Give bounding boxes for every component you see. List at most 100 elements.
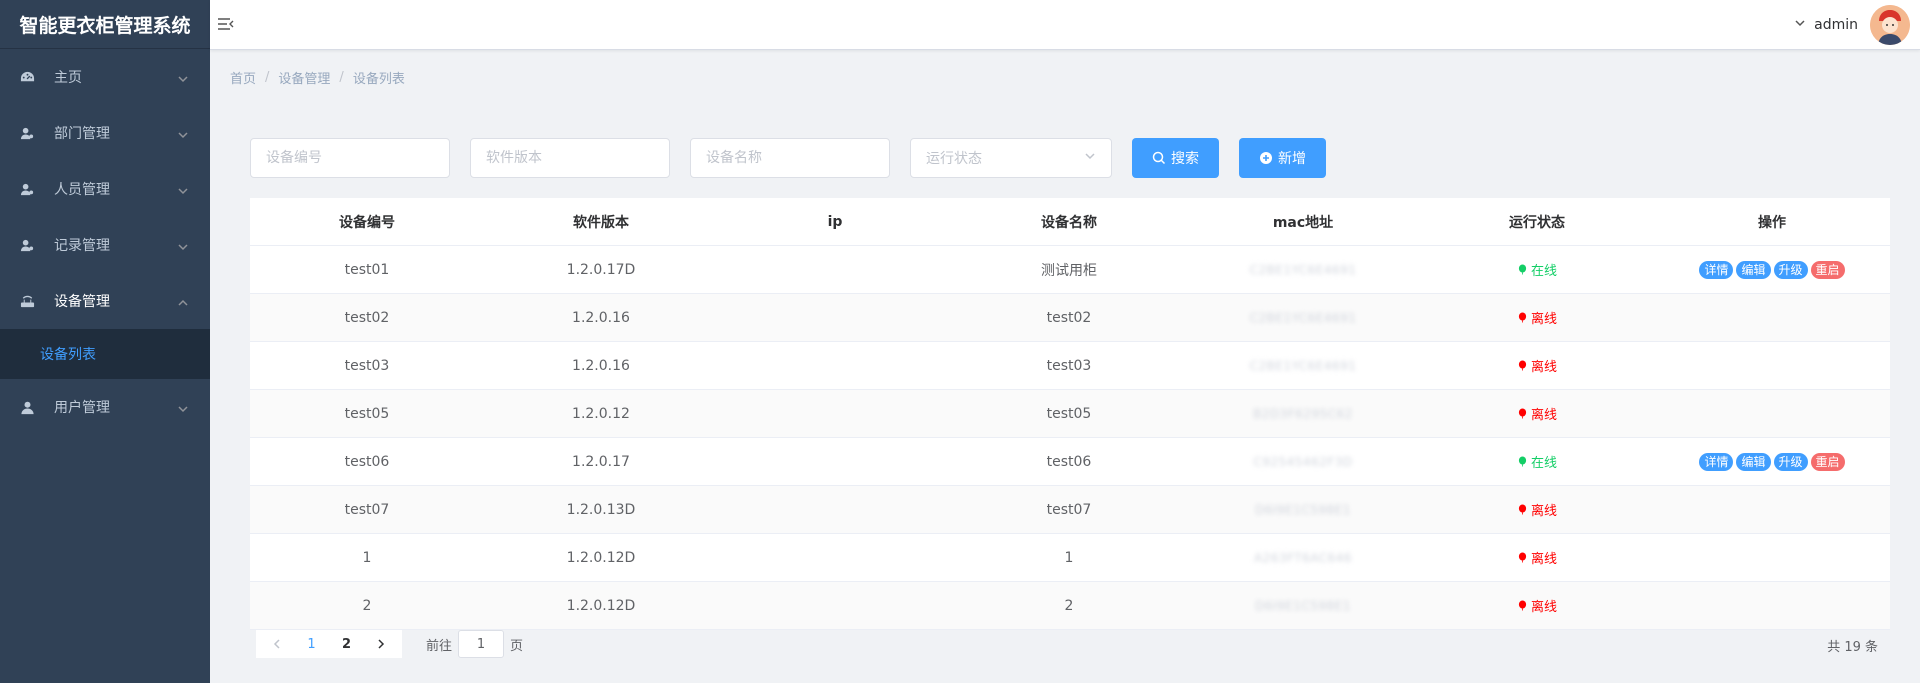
add-button[interactable]: 新增 <box>1239 138 1326 178</box>
chevron-up-icon <box>178 296 188 306</box>
column-header[interactable]: mac地址 <box>1186 212 1420 232</box>
device-no-cell: test06 <box>344 453 390 470</box>
prev-page-button[interactable] <box>260 630 294 658</box>
restart-button[interactable]: 重启 <box>1810 260 1845 279</box>
navbar: admin <box>210 0 1920 50</box>
device-name-cell: test07 <box>1046 501 1092 518</box>
main-content: 运行状态 搜索 新增 设备编号 软件版本 ip 设备名称 mac地址 运行状态 … <box>230 108 1910 683</box>
chevron-down-icon <box>1084 150 1096 166</box>
status-cell: 离线 <box>1420 500 1654 519</box>
balloon-icon <box>1517 360 1528 371</box>
device-name-cell: 测试用柜 <box>1041 262 1097 279</box>
edit-button[interactable]: 编辑 <box>1736 452 1771 471</box>
user-dropdown[interactable]: admin <box>1794 2 1910 48</box>
status-cell: 离线 <box>1420 356 1654 375</box>
sidebar-item-personnel[interactable]: 人员管理 <box>0 161 210 217</box>
sidebar-item-label: 用户管理 <box>54 400 110 416</box>
device-no-cell: test02 <box>344 309 390 326</box>
table-row: test05 1.2.0.12 test05 B2D3F6295C62 离线 <box>250 390 1890 438</box>
balloon-icon <box>1517 456 1528 467</box>
column-header[interactable]: 运行状态 <box>1420 212 1654 232</box>
column-header[interactable]: ip <box>718 214 952 230</box>
user-icon <box>18 124 36 142</box>
mac-value: D6I9E1C598E1 <box>1255 598 1351 613</box>
search-button[interactable]: 搜索 <box>1132 138 1219 178</box>
app-title: 智能更衣柜管理系统 <box>0 0 210 49</box>
search-button-label: 搜索 <box>1171 150 1199 166</box>
breadcrumb-item-device-list: 设备列表 <box>352 72 405 87</box>
mac-value: A263FT6AC646 <box>1253 550 1353 565</box>
status-cell: 离线 <box>1420 548 1654 567</box>
table-row: test07 1.2.0.13D test07 D6I9E1C598E1 离线 <box>250 486 1890 534</box>
column-header[interactable]: 操作 <box>1654 212 1890 232</box>
sidebar-item-label: 部门管理 <box>54 126 110 142</box>
status-badge: 在线 <box>1517 452 1557 471</box>
device-no-input[interactable] <box>250 138 450 178</box>
status-text: 在线 <box>1530 456 1557 471</box>
status-select[interactable]: 运行状态 <box>910 138 1112 178</box>
filter-bar: 运行状态 搜索 新增 <box>250 138 1346 178</box>
table-row: test03 1.2.0.16 test03 C2BE1YC6E4691 离线 <box>250 342 1890 390</box>
device-table: 设备编号 软件版本 ip 设备名称 mac地址 运行状态 操作 test01 1.… <box>250 198 1890 630</box>
sidebar-item-department[interactable]: 部门管理 <box>0 105 210 161</box>
upgrade-button[interactable]: 升级 <box>1773 452 1808 471</box>
device-name-cell: test05 <box>1046 405 1092 422</box>
table-body: test01 1.2.0.17D 测试用柜 C2BE1YC6E4691 在线 详情 编辑 升级… <box>250 246 1890 630</box>
status-badge: 离线 <box>1517 500 1557 519</box>
mac-value: C92545462F3D <box>1253 454 1353 469</box>
sidebar-item-devices[interactable]: 设备管理 <box>0 273 210 329</box>
mac-cell: A263FT6AC646 <box>1186 550 1420 566</box>
software-version-input[interactable] <box>470 138 670 178</box>
device-no-cell: 1 <box>362 549 372 566</box>
status-text: 在线 <box>1530 264 1557 279</box>
actions-cell: 详情 编辑 升级 重启 <box>1654 452 1890 471</box>
table-row: 1 1.2.0.12D 1 A263FT6AC646 离线 <box>250 534 1890 582</box>
edit-button[interactable]: 编辑 <box>1736 260 1771 279</box>
row-actions: 详情 编辑 升级 重启 <box>1699 260 1845 279</box>
mac-cell: D6I9E1C598E1 <box>1186 502 1420 518</box>
sidebar-subitem-device-list[interactable]: 设备列表 <box>0 329 210 379</box>
device-name-cell: test03 <box>1046 357 1092 374</box>
balloon-icon <box>1517 408 1528 419</box>
goto-prefix: 前往 <box>426 638 453 654</box>
sidebar-item-users[interactable]: 用户管理 <box>0 379 210 435</box>
sidebar-item-records[interactable]: 记录管理 <box>0 217 210 273</box>
router-icon <box>18 292 36 310</box>
mac-value: C2BE1YC6E4691 <box>1249 310 1357 325</box>
upgrade-button[interactable]: 升级 <box>1773 260 1808 279</box>
breadcrumb-item-device-management[interactable]: 设备管理 <box>278 68 330 87</box>
user-icon <box>18 236 36 254</box>
chevron-down-icon <box>1794 17 1806 33</box>
status-cell: 离线 <box>1420 404 1654 423</box>
goto-page-input[interactable] <box>458 630 505 658</box>
goto-suffix: 页 <box>510 638 524 654</box>
username: admin <box>1814 17 1858 33</box>
next-page-button[interactable] <box>364 630 398 658</box>
search-icon <box>1152 151 1166 165</box>
status-text: 离线 <box>1530 504 1557 519</box>
device-no-cell: test03 <box>344 357 390 374</box>
version-cell: 1.2.0.12D <box>566 549 636 566</box>
page-number[interactable]: 1 <box>294 630 329 658</box>
hamburger-icon[interactable] <box>216 14 236 34</box>
version-cell: 1.2.0.17 <box>572 453 630 470</box>
details-button[interactable]: 详情 <box>1699 452 1734 471</box>
column-header[interactable]: 设备名称 <box>952 212 1186 232</box>
avatar[interactable] <box>1870 5 1910 45</box>
restart-button[interactable]: 重启 <box>1810 452 1845 471</box>
column-header[interactable]: 设备编号 <box>250 212 484 232</box>
status-cell: 在线 <box>1420 260 1654 279</box>
details-button[interactable]: 详情 <box>1699 260 1734 279</box>
column-header[interactable]: 软件版本 <box>484 212 718 232</box>
device-name-input[interactable] <box>690 138 890 178</box>
breadcrumb-item-home[interactable]: 首页 <box>230 68 256 87</box>
version-cell: 1.2.0.12 <box>572 405 630 422</box>
page-number[interactable]: 2 <box>329 630 364 658</box>
sidebar-item-home[interactable]: 主页 <box>0 49 210 105</box>
person-icon <box>18 398 36 416</box>
chevron-down-icon <box>178 402 188 413</box>
table-header: 设备编号 软件版本 ip 设备名称 mac地址 运行状态 操作 <box>250 198 1890 246</box>
status-cell: 离线 <box>1420 308 1654 327</box>
version-cell: 1.2.0.12D <box>566 597 636 614</box>
balloon-icon <box>1517 312 1528 323</box>
